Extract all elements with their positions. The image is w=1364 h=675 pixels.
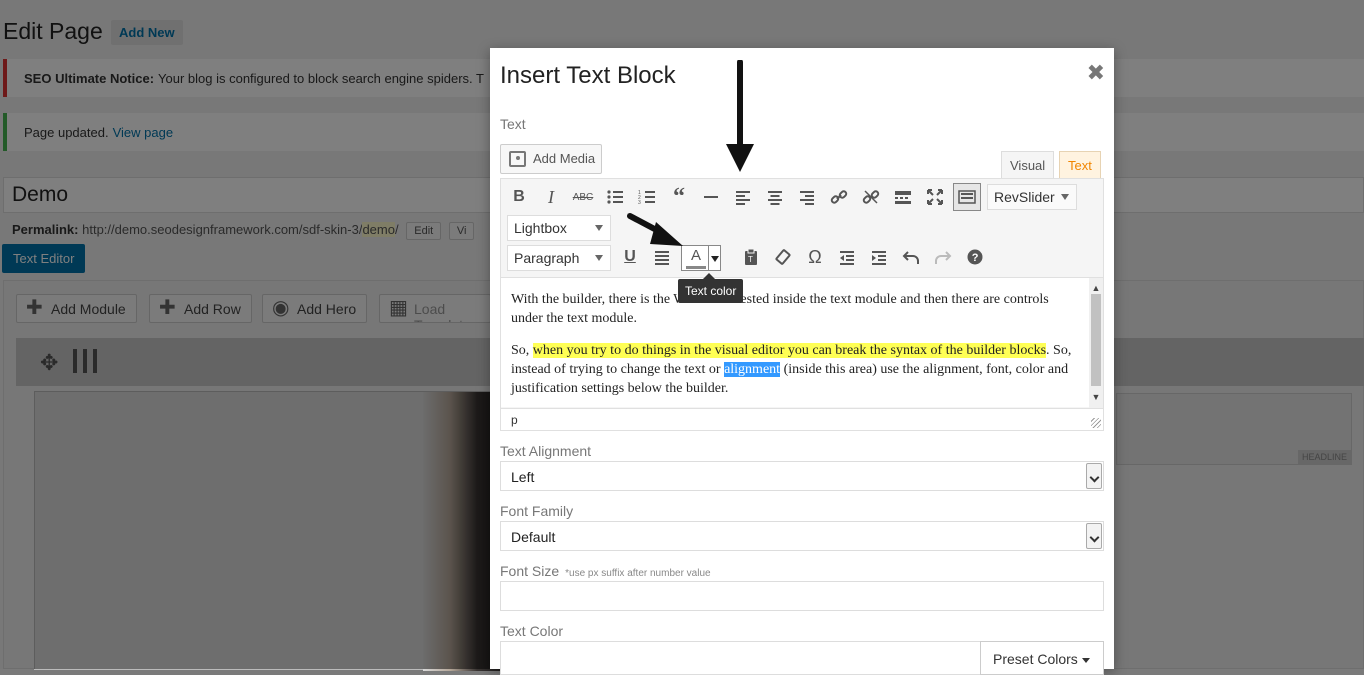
insert-text-block-modal: Insert Text Block ✖ Text Add Media Visua… (490, 48, 1114, 675)
lightbox-label: Lightbox (514, 220, 567, 236)
indent-icon[interactable] (865, 243, 893, 271)
text-color-button[interactable]: A (681, 245, 721, 271)
text-alignment-value: Left (511, 469, 535, 485)
chevron-down-icon (1061, 194, 1069, 200)
editor-content[interactable]: With the builder, there is the WP editor… (501, 277, 1103, 408)
p2-pre: So, (511, 343, 533, 358)
font-family-label: Font Family (500, 503, 574, 519)
text-label: Text (500, 116, 526, 132)
editor-scrollbar[interactable]: ▲ ▼ (1089, 278, 1103, 408)
wp-editor: B I ABC 123 “ RevSlider Lightbox Paragra… (500, 178, 1104, 431)
svg-text:?: ? (972, 252, 979, 264)
font-family-value: Default (511, 529, 556, 545)
special-character-icon[interactable]: Ω (801, 243, 829, 271)
content-paragraph-2: So, when you try to do things in the vis… (511, 341, 1073, 398)
svg-text:T: T (748, 255, 753, 264)
bullet-list-icon[interactable] (601, 183, 629, 211)
text-color-input[interactable] (500, 641, 981, 675)
bold-icon[interactable]: B (505, 183, 533, 211)
text-color-icon: A (690, 247, 701, 264)
add-media-button[interactable]: Add Media (500, 144, 602, 174)
scrollbar-thumb[interactable] (1091, 294, 1101, 386)
revslider-select[interactable]: RevSlider (987, 184, 1077, 210)
annotation-arrow-down-icon (726, 60, 754, 172)
text-color-tooltip: Text color (678, 273, 744, 303)
toolbar-toggle-icon[interactable] (953, 183, 981, 211)
text-color-dropdown[interactable] (708, 246, 721, 270)
unlink-icon[interactable] (857, 183, 885, 211)
horizontal-line-icon[interactable] (697, 183, 725, 211)
redo-icon[interactable] (929, 243, 957, 271)
chevron-down-icon (1081, 657, 1090, 663)
align-left-icon[interactable] (729, 183, 757, 211)
font-size-label: Font Size *use px suffix after number val… (500, 563, 711, 579)
revslider-label: RevSlider (994, 189, 1055, 205)
add-media-label: Add Media (533, 151, 596, 166)
element-path[interactable]: p (511, 413, 518, 427)
numbered-list-icon[interactable]: 123 (633, 183, 661, 211)
scroll-down-icon[interactable]: ▼ (1089, 388, 1103, 407)
fullscreen-icon[interactable] (921, 183, 949, 211)
outdent-icon[interactable] (833, 243, 861, 271)
text-color-label: Text Color (500, 623, 564, 639)
font-size-hint: *use px suffix after number value (565, 568, 711, 579)
p2-selected: alignment (724, 362, 781, 377)
content-paragraph-1: With the builder, there is the WP editor… (511, 292, 1049, 326)
text-alignment-label: Text Alignment (500, 443, 592, 459)
lightbox-select[interactable]: Lightbox (507, 215, 611, 241)
help-icon[interactable]: ? (961, 243, 989, 271)
editor-status-bar: p (501, 408, 1103, 430)
close-icon[interactable]: ✖ (1087, 60, 1105, 86)
tab-visual[interactable]: Visual (1001, 151, 1055, 179)
font-size-label-text: Font Size (500, 563, 560, 579)
modal-title: Insert Text Block (500, 62, 676, 89)
text-color-swatch (686, 266, 706, 269)
preset-colors-button[interactable]: Preset Colors (980, 641, 1104, 675)
italic-icon[interactable]: I (537, 183, 565, 211)
link-icon[interactable] (825, 183, 853, 211)
read-more-icon[interactable] (889, 183, 917, 211)
chevron-down-icon (1086, 523, 1102, 549)
align-center-icon[interactable] (761, 183, 789, 211)
align-right-icon[interactable] (793, 183, 821, 211)
paragraph-format-select[interactable]: Paragraph (507, 245, 611, 271)
chevron-down-icon (1086, 463, 1102, 489)
blockquote-icon[interactable]: “ (665, 183, 693, 211)
strikethrough-icon[interactable]: ABC (569, 183, 597, 211)
chevron-down-icon (595, 225, 603, 231)
media-icon (509, 151, 526, 167)
editor-toolbar-row-1: B I ABC 123 “ RevSlider (501, 183, 1103, 213)
annotation-arrow-diagonal-icon (627, 213, 683, 246)
undo-icon[interactable] (897, 243, 925, 271)
svg-text:3: 3 (638, 200, 641, 206)
clear-formatting-icon[interactable] (769, 243, 797, 271)
preset-colors-label: Preset Colors (993, 651, 1078, 667)
font-size-input[interactable] (500, 581, 1104, 611)
text-alignment-select[interactable]: Left (500, 461, 1104, 491)
chevron-down-icon (595, 255, 603, 261)
paragraph-label: Paragraph (514, 250, 580, 266)
tab-text[interactable]: Text (1059, 151, 1101, 179)
resize-handle-icon[interactable] (1091, 418, 1101, 428)
p2-highlight: when you try to do things in the visual … (532, 343, 1047, 358)
editor-toolbar-row-2: Paragraph U T Ω ? (501, 243, 1103, 273)
paste-as-text-icon[interactable]: T (737, 243, 765, 271)
font-family-select[interactable]: Default (500, 521, 1104, 551)
